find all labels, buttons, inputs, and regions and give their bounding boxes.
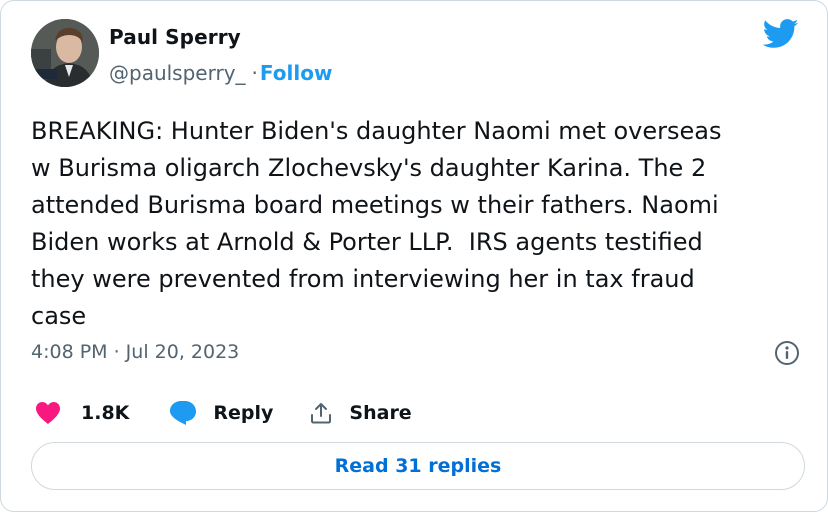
author-name[interactable]: Paul Sperry (109, 25, 241, 49)
author-handle[interactable]: @paulsperry_ (109, 61, 246, 85)
handle-row: @paulsperry_ · Follow (109, 61, 332, 85)
heart-icon (36, 402, 60, 424)
action-bar: 1.8K Reply Share (35, 397, 412, 429)
speech-bubble-icon (170, 401, 197, 425)
like-button[interactable]: 1.8K (35, 401, 129, 425)
timestamp[interactable]: 4:08 PM · Jul 20, 2023 (31, 341, 239, 363)
info-icon[interactable] (774, 340, 800, 366)
avatar[interactable] (31, 19, 99, 87)
share-upload-icon (311, 403, 332, 424)
twitter-bird-icon[interactable] (763, 19, 799, 49)
tweet-card: Paul Sperry @paulsperry_ · Follow BREAKING… (0, 0, 828, 512)
separator-dot: · (251, 61, 258, 85)
share-label: Share (349, 402, 412, 424)
avatar-photo (31, 19, 99, 87)
like-count: 1.8K (81, 402, 130, 424)
tweet-text: BREAKING: Hunter Biden's daughter Naomi … (31, 117, 722, 330)
share-button[interactable]: Share (309, 401, 412, 425)
reply-button[interactable]: Reply (169, 400, 273, 426)
read-replies-button[interactable]: Read 31 replies (31, 442, 805, 490)
follow-button[interactable]: Follow (260, 61, 333, 85)
reply-label: Reply (213, 402, 274, 424)
